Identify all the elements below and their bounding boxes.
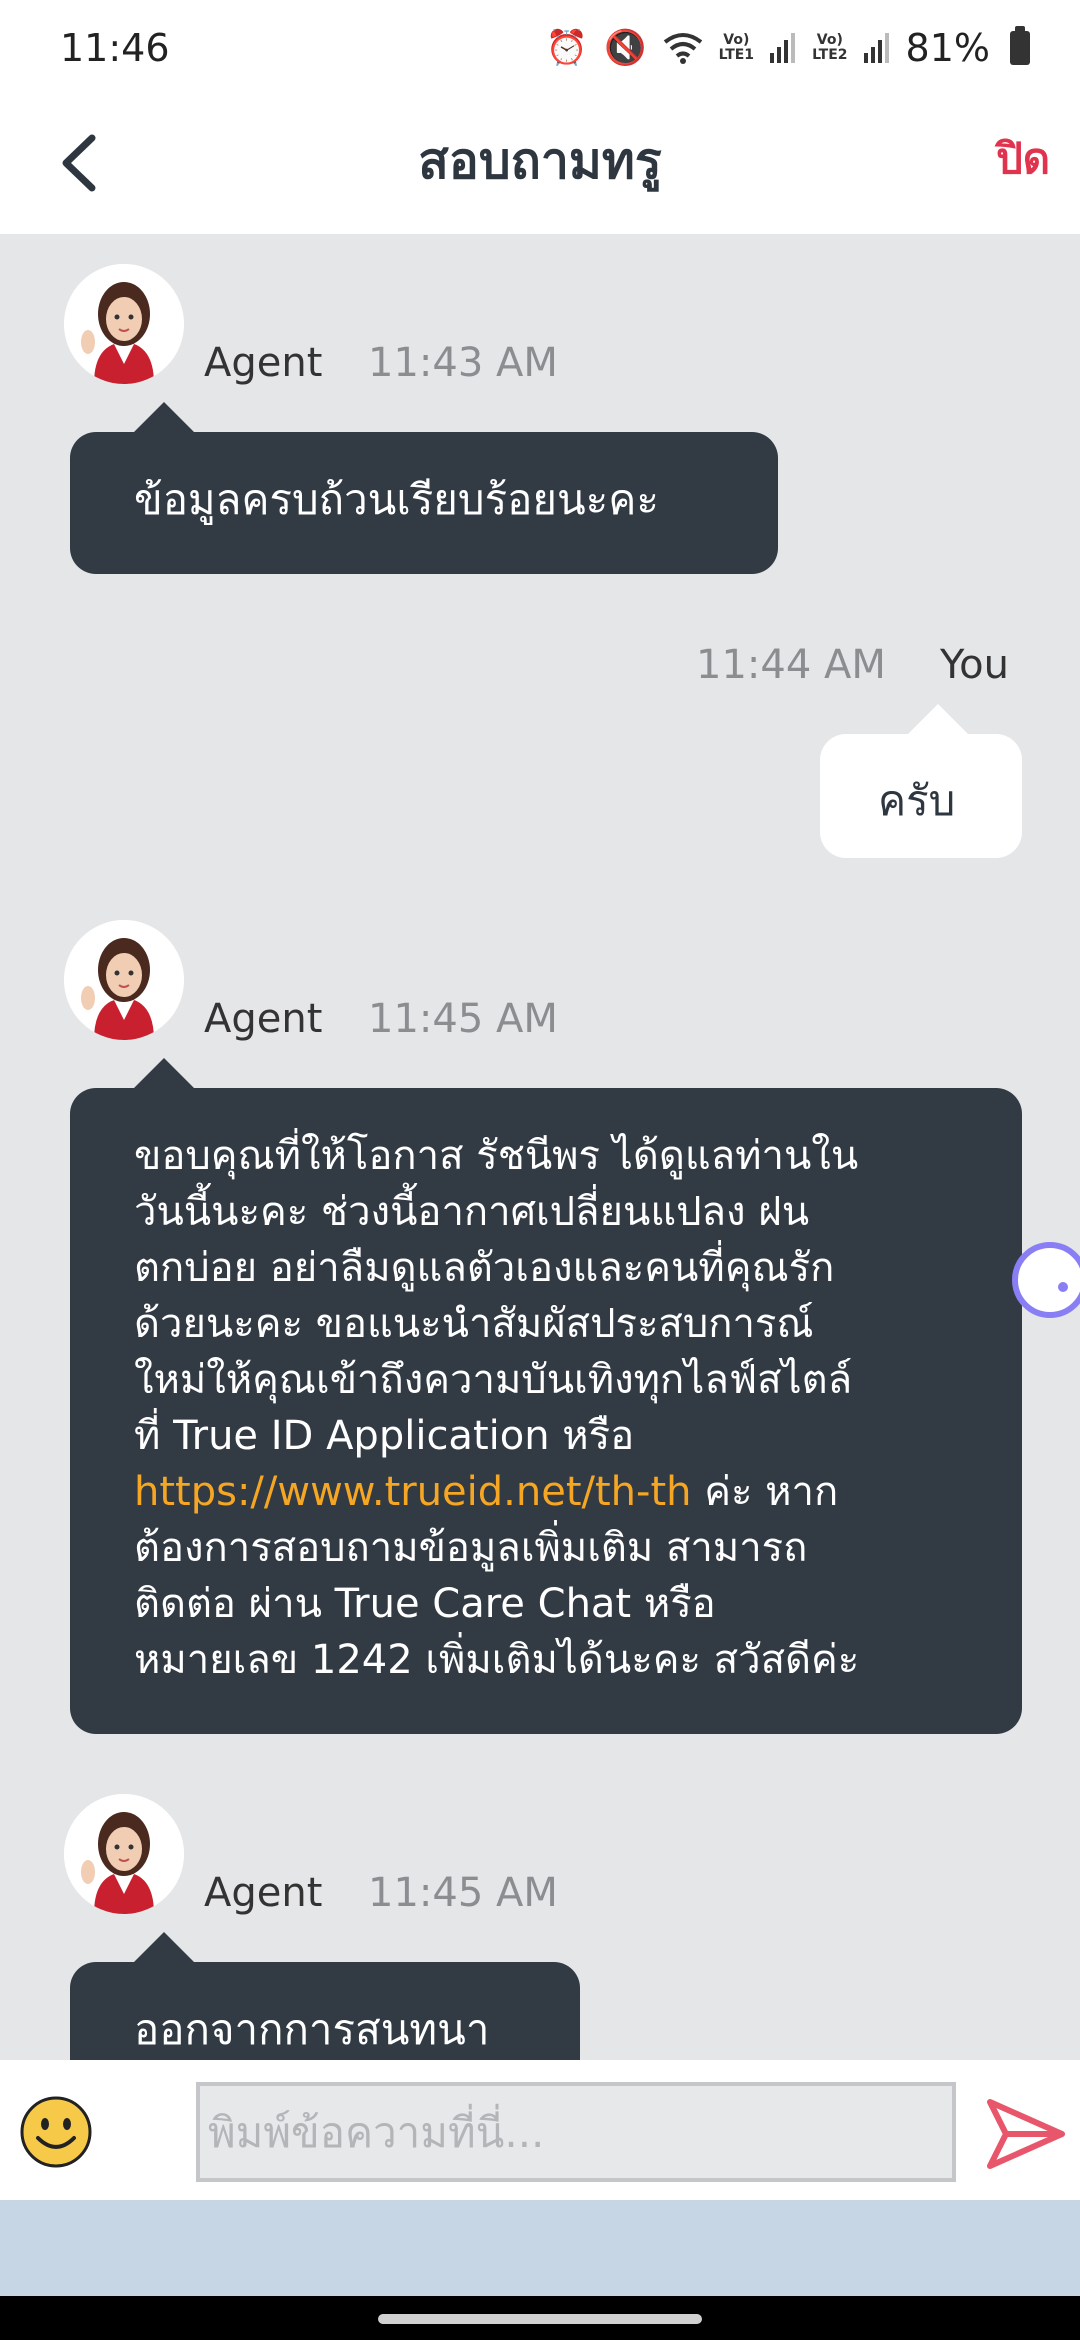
keyboard-area xyxy=(0,2200,1080,2296)
send-icon[interactable] xyxy=(984,2094,1068,2174)
trueid-link[interactable]: https://www.trueid.net/th-th xyxy=(134,1469,692,1515)
message-line: หมายเลข 1242 เพิ่มเติมได้นะคะ สวัสดีค่ะ xyxy=(134,1637,860,1683)
agent-avatar-icon xyxy=(64,920,184,1040)
message-text: ค่ะ หาก xyxy=(691,1469,839,1515)
status-time: 11:46 xyxy=(60,26,170,70)
agent-message-bubble: ออกจากการสนทนา xyxy=(70,1932,580,2060)
message-text: ครับ xyxy=(878,776,956,825)
lte1-label: Vo) LTE1 xyxy=(718,32,755,63)
message-time: 11:45 AM xyxy=(368,996,558,1042)
message-time: 11:44 AM xyxy=(696,642,886,688)
wifi-icon xyxy=(663,33,702,64)
close-button[interactable]: ปิด xyxy=(996,126,1050,192)
signal-icon xyxy=(770,33,796,63)
message-line: ติดต่อ ผ่าน True Care Chat หรือ xyxy=(134,1581,716,1627)
message-text: ข้อมูลครบถ้วนเรียบร้อยนะคะ xyxy=(134,475,659,524)
message-line: ต้องการสอบถามข้อมูลเพิ่มเติม สามารถ xyxy=(134,1525,808,1571)
home-handle[interactable] xyxy=(378,2314,702,2324)
lte2-label: Vo) LTE2 xyxy=(812,32,848,63)
message-time: 11:45 AM xyxy=(368,1870,558,1916)
message-line: ขอบคุณที่ให้โอกาส รัชนีพร ได้ดูแลท่านใน xyxy=(134,1133,859,1179)
agent-message-bubble: ข้อมูลครบถ้วนเรียบร้อยนะคะ xyxy=(70,402,778,574)
agent-message-bubble: ขอบคุณที่ให้โอกาส รัชนีพร ได้ดูแลท่านใน … xyxy=(70,1058,1022,1734)
floating-assistant-button[interactable] xyxy=(1012,1242,1080,1318)
message-line: ใหม่ให้คุณเข้าถึงความบันเทิงทุกไลฟ์สไตล์ xyxy=(134,1357,853,1403)
message-line: วันนี้นะคะ ช่วงนี้อากาศเปลี่ยนแปลง ฝน xyxy=(134,1189,810,1235)
message-line: ด้วยนะคะ ขอแนะนำสัมผัสประสบการณ์ xyxy=(134,1301,814,1347)
page-title: สอบถามทรู xyxy=(418,132,662,190)
sender-name: Agent xyxy=(204,340,323,386)
system-nav-bar xyxy=(0,2296,1080,2340)
battery-percent: 81% xyxy=(905,26,990,70)
sender-name: Agent xyxy=(204,996,323,1042)
smiley-icon[interactable] xyxy=(18,2094,94,2170)
user-message-bubble: ครับ xyxy=(820,704,1022,858)
message-line: ที่ True ID Application หรือ xyxy=(134,1413,635,1459)
agent-avatar xyxy=(64,920,184,1040)
chat-list[interactable]: Agent 11:43 AM ข้อมูลครบถ้วนเรียบร้อยนะค… xyxy=(0,234,1080,2060)
sender-name: You xyxy=(940,642,1009,688)
chat-header: สอบถามทรู ปิด xyxy=(0,96,1080,234)
message-text: ออกจากการสนทนา xyxy=(134,2005,490,2054)
sender-name: Agent xyxy=(204,1870,323,1916)
agent-avatar-icon xyxy=(64,1794,184,1914)
battery-icon xyxy=(1010,26,1030,65)
message-time: 11:43 AM xyxy=(368,340,558,386)
mute-icon: 🔇 xyxy=(604,28,647,68)
agent-avatar xyxy=(64,1794,184,1914)
message-line: ตกบ่อย อย่าลืมดูแลตัวเองและคนที่คุณรัก xyxy=(134,1245,835,1291)
agent-avatar xyxy=(64,264,184,384)
signal-icon xyxy=(863,33,889,63)
alarm-icon: ⏰ xyxy=(545,28,589,68)
agent-avatar-icon xyxy=(64,264,184,384)
message-input[interactable] xyxy=(196,2082,956,2182)
status-bar: 11:46 ⏰ 🔇 Vo) LTE1 Vo) LTE2 81% xyxy=(0,0,1080,96)
message-input-bar xyxy=(0,2060,1080,2200)
